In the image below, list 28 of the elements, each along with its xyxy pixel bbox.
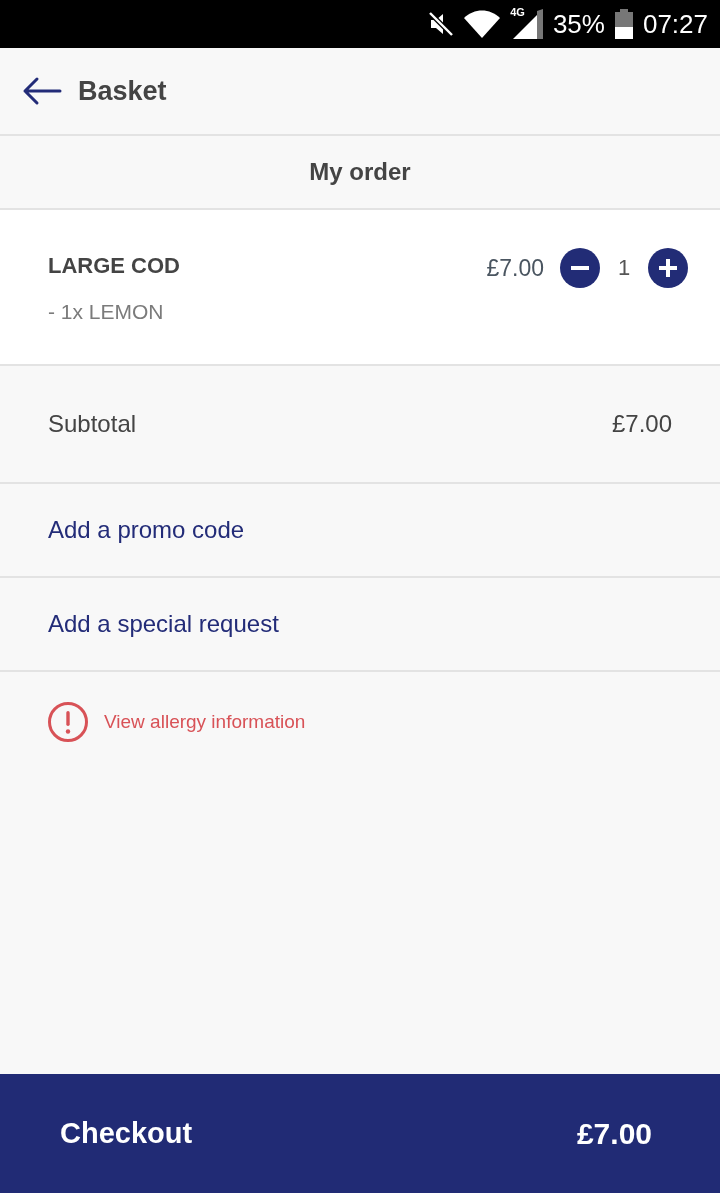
item-option: - 1x LEMON bbox=[48, 298, 180, 326]
item-price: £7.00 bbox=[486, 254, 544, 282]
battery-icon bbox=[614, 9, 633, 39]
subtotal-value: £7.00 bbox=[611, 410, 672, 438]
minus-icon bbox=[571, 266, 589, 270]
checkout-label: Checkout bbox=[60, 1117, 193, 1150]
increase-quantity-button[interactable] bbox=[648, 248, 688, 288]
signal-icon bbox=[512, 9, 543, 39]
action-link[interactable]: Add a promo code bbox=[48, 516, 245, 544]
allergy-info-link[interactable]: View allergy information bbox=[104, 711, 306, 733]
checkout-button[interactable]: Checkout £7.00 bbox=[0, 1074, 720, 1193]
clock-text: 07:27 bbox=[642, 9, 708, 39]
item-name: LARGE COD bbox=[48, 252, 180, 280]
back-arrow-icon bbox=[22, 76, 62, 106]
mute-icon bbox=[428, 11, 455, 37]
back-button[interactable] bbox=[22, 76, 62, 106]
exclamation-circle-icon bbox=[48, 702, 88, 742]
page-title: Basket bbox=[78, 75, 167, 107]
quantity-value: 1 bbox=[616, 255, 632, 281]
battery-percent-text: 35% bbox=[552, 9, 605, 39]
subtotal-label: Subtotal bbox=[48, 410, 137, 438]
network-type-label: 4G bbox=[510, 6, 525, 18]
checkout-total: £7.00 bbox=[576, 1116, 652, 1151]
decrease-quantity-button[interactable] bbox=[560, 248, 600, 288]
wifi-icon bbox=[464, 10, 501, 38]
plus-icon bbox=[659, 259, 677, 277]
action-link[interactable]: Add a special request bbox=[48, 610, 279, 638]
section-title: My order bbox=[309, 158, 411, 186]
